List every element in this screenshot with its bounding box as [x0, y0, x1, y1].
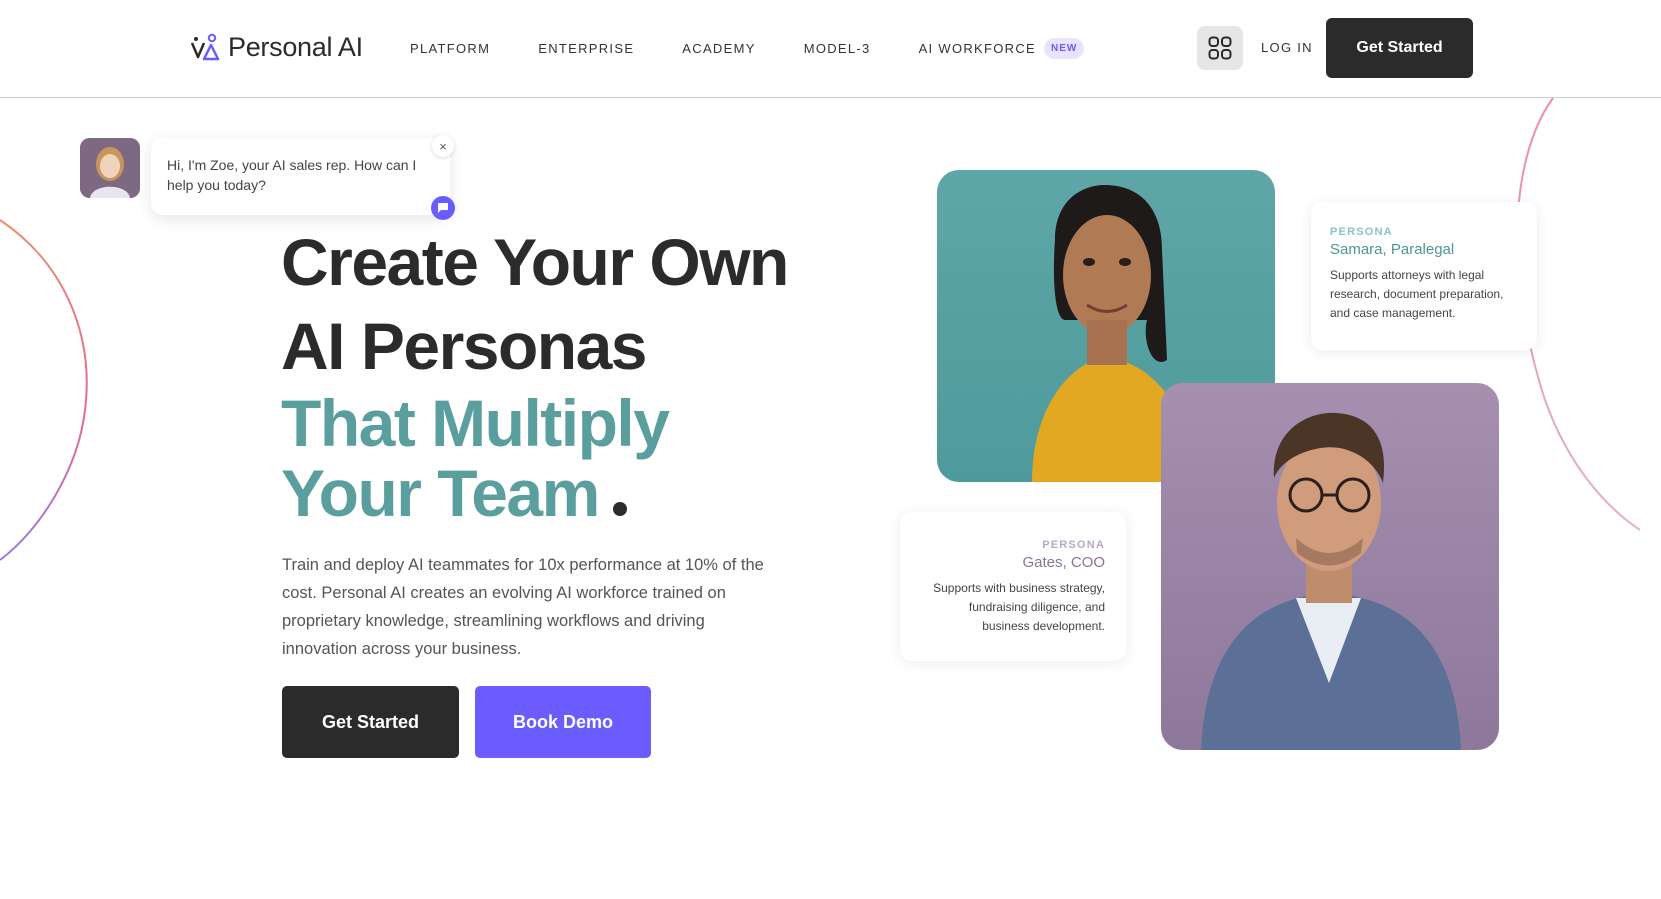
- get-started-button[interactable]: Get Started: [282, 686, 459, 758]
- persona-tag: PERSONA: [1042, 539, 1105, 551]
- logo-icon: [190, 33, 220, 60]
- main-nav: PLATFORM ENTERPRISE ACADEMY MODEL-3 AI W…: [410, 38, 1085, 59]
- chat-open-button[interactable]: [431, 196, 455, 220]
- site-header: Personal AI PLATFORM ENTERPRISE ACADEMY …: [0, 0, 1661, 98]
- hero-period-dot: [612, 502, 627, 516]
- nav-model-3[interactable]: MODEL-3: [804, 38, 871, 59]
- nav-academy-label: ACADEMY: [682, 41, 756, 56]
- persona-name: Gates, COO: [1022, 554, 1105, 571]
- chat-agent-avatar[interactable]: [80, 138, 140, 198]
- hero-accent-title: That Multiply Your Team: [281, 386, 670, 528]
- chat-close-button[interactable]: ×: [432, 135, 454, 157]
- nav-ai-workforce-label: AI WORKFORCE: [918, 41, 1037, 56]
- chat-icon: [438, 203, 448, 213]
- persona-description: Supports attorneys with legal research, …: [1330, 268, 1504, 320]
- header-get-started-button[interactable]: Get Started: [1326, 18, 1473, 78]
- logo[interactable]: Personal AI: [190, 32, 363, 63]
- avatar-portrait: [80, 138, 140, 198]
- hero-accent-line-2-wrap: Your Team: [281, 458, 668, 528]
- hero-title: Create Your Own AI Personas: [281, 220, 789, 388]
- nav-academy[interactable]: ACADEMY: [682, 38, 755, 59]
- chat-bubble: Hi, I'm Zoe, your AI sales rep. How can …: [151, 138, 450, 215]
- hero-title-line-1: Create Your Own: [281, 225, 789, 299]
- nav-enterprise[interactable]: ENTERPRISE: [538, 38, 634, 59]
- persona-card-gates[interactable]: PERSONA Gates, COO Supports with busines…: [900, 512, 1126, 661]
- login-link[interactable]: LOG IN: [1261, 40, 1313, 55]
- persona-card-samara[interactable]: PERSONA Samara, Paralegal Supports attor…: [1311, 202, 1537, 350]
- persona-name: Samara, Paralegal: [1330, 241, 1455, 258]
- persona-description: Supports with business strategy, fundrai…: [933, 581, 1105, 633]
- gates-portrait: [1161, 383, 1499, 750]
- grid-icon: [1208, 36, 1232, 60]
- close-icon: ×: [439, 138, 447, 154]
- apps-menu-button[interactable]: [1197, 26, 1243, 70]
- hero-accent-line-1: That Multiply: [281, 386, 670, 460]
- nav-platform-label: PLATFORM: [410, 41, 491, 56]
- new-badge: NEW: [1044, 38, 1085, 59]
- persona-tag: PERSONA: [1330, 226, 1393, 238]
- gates-photo: [1201, 412, 1461, 750]
- hero-title-line-2: AI Personas: [281, 309, 647, 383]
- book-demo-button[interactable]: Book Demo: [475, 686, 651, 758]
- nav-ai-workforce[interactable]: AI WORKFORCE NEW: [919, 38, 1085, 59]
- nav-model-3-label: MODEL-3: [803, 41, 871, 56]
- hero-accent-line-2: Your Team: [281, 456, 600, 530]
- nav-enterprise-label: ENTERPRISE: [538, 41, 635, 56]
- left-arc: [0, 219, 88, 561]
- logo-text: Personal AI: [228, 32, 363, 62]
- chat-message: Hi, I'm Zoe, your AI sales rep. How can …: [167, 157, 417, 193]
- hero-description: Train and deploy AI teammates for 10x pe…: [282, 556, 764, 658]
- nav-platform[interactable]: PLATFORM: [410, 38, 490, 59]
